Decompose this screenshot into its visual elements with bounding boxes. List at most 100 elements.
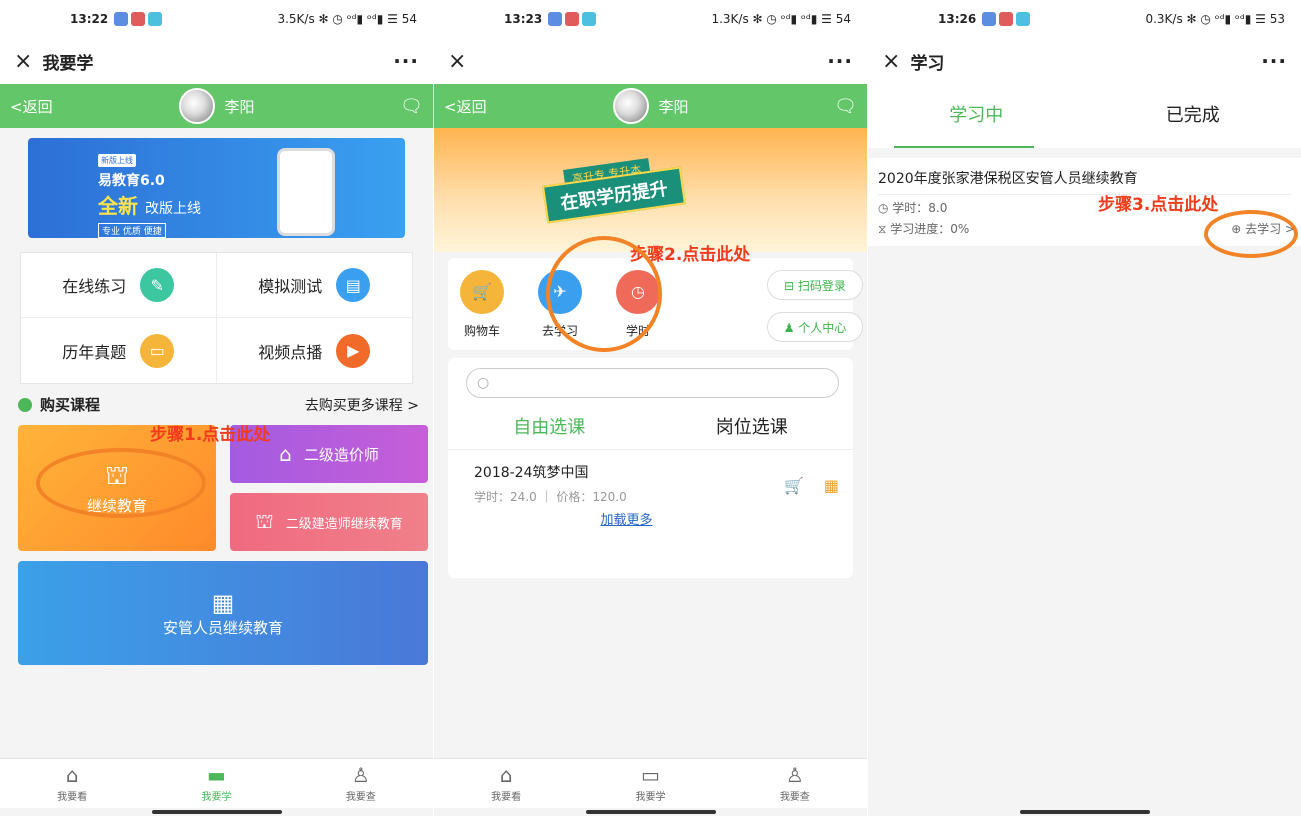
tab-completed[interactable]: 已完成 <box>1085 84 1301 148</box>
active-tab-underline <box>894 146 1034 148</box>
course-name: 2020年度张家港保税区安管人员继续教育 <box>878 168 1291 195</box>
tab-search[interactable]: ♙ 我要查 <box>289 759 433 808</box>
page-title: 学习 <box>910 53 945 74</box>
user-icon: ♙ <box>351 763 370 787</box>
step3-annotation: 步骤3.点击此处 <box>1098 195 1219 215</box>
user-header: <返回 李阳 🗨 <box>434 84 867 128</box>
status-bar: 13:22 3.5K/s ✻ ◷ ᵒᵈ▮ ᵒᵈ▮ ☰ 54 <box>0 0 433 38</box>
load-more-link[interactable]: 加载更多 <box>434 509 839 528</box>
select-tabs: 自由选课 岗位选课 <box>448 408 853 450</box>
grid-mock-test[interactable]: 模拟测试 ▤ <box>216 253 412 318</box>
more-icon[interactable]: ··· <box>1261 49 1287 73</box>
grid-video[interactable]: 视频点播 ▶ <box>217 318 413 383</box>
tab-learn[interactable]: ▬ 我要学 <box>144 759 288 808</box>
network-status: 1.3K/s ✻ ◷ ᵒᵈ▮ ᵒᵈ▮ ☰ 54 <box>711 12 851 26</box>
tab-learning[interactable]: 学习中 <box>868 84 1085 148</box>
tab-watch[interactable]: ⌂ 我要看 <box>0 759 144 808</box>
more-icon[interactable]: ··· <box>393 49 419 73</box>
highlight-ring <box>36 448 206 518</box>
page-title: 我要学 <box>42 53 94 74</box>
home-icon: ⌂ <box>499 763 513 787</box>
highlight-ring <box>1204 210 1298 258</box>
grid-past-exams[interactable]: 历年真题 ▭ <box>21 318 217 383</box>
tab-learn[interactable]: ▭ 我要学 <box>578 759 722 808</box>
close-icon[interactable]: × <box>14 49 32 74</box>
study-tabs: 学习中 已完成 <box>868 84 1301 148</box>
status-time: 13:22 <box>70 12 109 26</box>
status-time: 13:26 <box>938 12 977 26</box>
banner-line3: 专业 优质 便捷 <box>98 223 166 238</box>
degree-banner[interactable]: 高升专 专升本 在职学历提升 <box>434 128 867 252</box>
buy-more-link[interactable]: 去购买更多课程 > <box>305 395 419 415</box>
username: 李阳 <box>658 97 689 116</box>
calculator-icon[interactable]: ▦ <box>824 476 839 495</box>
user-icon: ♙ <box>785 763 804 787</box>
shop-icon: ▬ <box>207 763 226 787</box>
bottom-tabbar: ⌂ 我要看 ▭ 我要学 ♙ 我要查 <box>434 758 867 808</box>
cart-icon[interactable]: 🛒 <box>784 476 804 495</box>
home-indicator <box>868 808 1301 816</box>
step1-annotation: 步骤1.点击此处 <box>150 425 271 445</box>
crane-icon: ⛫ <box>255 508 274 533</box>
user-header: <返回 李阳 🗨 <box>0 84 433 128</box>
tile-constructor[interactable]: ⛫ 二级建造师继续教育 <box>230 493 428 551</box>
notification-icons <box>114 12 163 26</box>
avatar <box>178 88 215 124</box>
screen-1: 13:22 3.5K/s ✻ ◷ ᵒᵈ▮ ᵒᵈ▮ ☰ 54 × 我要学 ··· … <box>0 0 433 816</box>
book-icon: ▭ <box>140 333 175 368</box>
tab-post-select[interactable]: 岗位选课 <box>651 408 854 449</box>
tab-free-select[interactable]: 自由选课 <box>448 408 651 449</box>
user-info: 李阳 <box>178 88 255 124</box>
section-title: 购买课程 <box>40 396 101 414</box>
screen-2: 13:23 1.3K/s ✻ ◷ ᵒᵈ▮ ᵒᵈ▮ ☰ 54 × ··· <返回 … <box>434 0 867 816</box>
home-indicator <box>434 808 867 816</box>
course-select-box: ○ 自由选课 岗位选课 2018-24筑梦中国 学时：24.0 ｜ 价格：120… <box>448 358 853 578</box>
network-status: 3.5K/s ✻ ◷ ᵒᵈ▮ ᵒᵈ▮ ☰ 54 <box>277 12 417 26</box>
banner-tag: 新版上线 <box>98 154 136 167</box>
screen-3: 13:26 0.3K/s ✻ ◷ ᵒᵈ▮ ᵒᵈ▮ ☰ 53 × 学习 ··· 学… <box>868 0 1301 816</box>
close-icon[interactable]: × <box>448 49 466 74</box>
highlight-ring <box>546 236 662 352</box>
mini-program-titlebar: × ··· <box>434 38 867 84</box>
back-button[interactable]: <返回 <box>10 96 53 117</box>
search-input[interactable]: ○ <box>466 368 839 398</box>
mini-program-titlebar: × 我要学 ··· <box>0 38 433 84</box>
scan-login-button[interactable]: ⊟ 扫码登录 <box>767 270 863 300</box>
section-icon <box>18 397 32 412</box>
user-info: 李阳 <box>612 88 689 124</box>
message-icon[interactable]: 🗨 <box>400 96 423 117</box>
shop-icon: ▭ <box>641 763 660 787</box>
message-icon[interactable]: 🗨 <box>834 96 857 117</box>
home-icon: ⌂ <box>65 763 79 787</box>
cart-icon: 🛒 <box>460 269 504 314</box>
pencil-icon: ✎ <box>140 268 175 302</box>
notification-icons <box>982 12 1031 26</box>
avatar <box>612 88 649 124</box>
close-icon[interactable]: × <box>882 49 900 74</box>
tab-search[interactable]: ♙ 我要查 <box>723 759 867 808</box>
network-status: 0.3K/s ✻ ◷ ᵒᵈ▮ ᵒᵈ▮ ☰ 53 <box>1145 12 1285 26</box>
quick-grid: 在线练习 ✎ 模拟测试 ▤ 历年真题 ▭ 视频点播 ▶ <box>20 252 413 384</box>
cart-button[interactable]: 🛒 购物车 <box>460 269 504 339</box>
status-bar: 13:26 0.3K/s ✻ ◷ ᵒᵈ▮ ᵒᵈ▮ ☰ 53 <box>868 0 1301 38</box>
status-bar: 13:23 1.3K/s ✻ ◷ ᵒᵈ▮ ᵒᵈ▮ ☰ 54 <box>434 0 867 38</box>
bottom-tabbar: ⌂ 我要看 ▬ 我要学 ♙ 我要查 <box>0 758 433 808</box>
username: 李阳 <box>224 97 255 116</box>
mini-program-titlebar: × 学习 ··· <box>868 38 1301 84</box>
phone-image <box>277 148 335 236</box>
tab-watch[interactable]: ⌂ 我要看 <box>434 759 578 808</box>
course-item[interactable]: 2018-24筑梦中国 学时：24.0 ｜ 价格：120.0 🛒 ▦ 加载更多 <box>474 462 839 528</box>
notification-icons <box>548 12 597 26</box>
tile-safety-management[interactable]: ▦ 安管人员继续教育 <box>18 561 428 665</box>
status-time: 13:23 <box>504 12 543 26</box>
document-icon: ▤ <box>336 268 371 302</box>
grid-online-practice[interactable]: 在线练习 ✎ <box>21 253 217 318</box>
barrier-icon: ▦ <box>211 588 235 617</box>
personal-center-button[interactable]: ♟ 个人中心 <box>767 312 863 342</box>
home-indicator <box>0 808 433 816</box>
building-icon: ⌂ <box>279 442 292 466</box>
more-icon[interactable]: ··· <box>827 49 853 73</box>
back-button[interactable]: <返回 <box>444 96 487 117</box>
promo-banner[interactable]: 新版上线 易教育6.0 全新 改版上线 专业 优质 便捷 <box>28 138 405 238</box>
buy-courses-header: 购买课程 去购买更多课程 > <box>18 394 419 415</box>
